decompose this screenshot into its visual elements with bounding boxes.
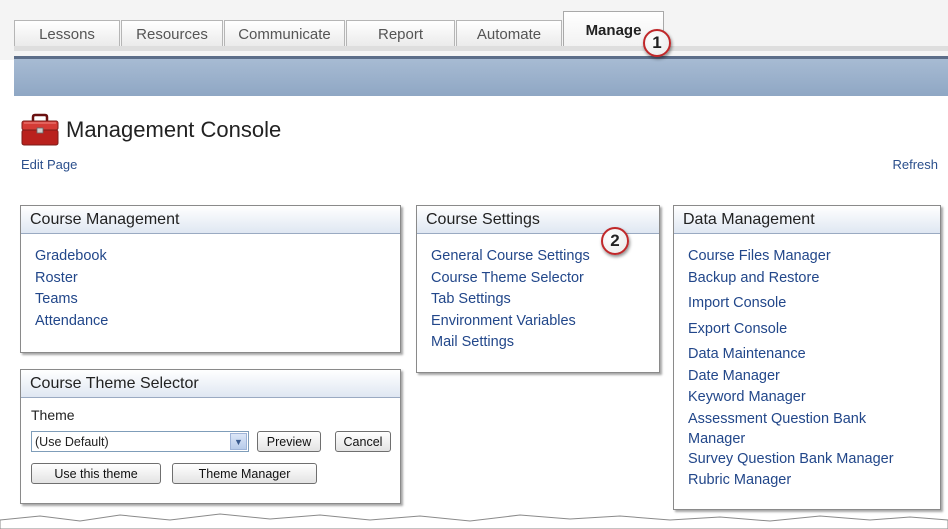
keyword-manager-link[interactable]: Keyword Manager bbox=[688, 387, 926, 409]
tab-resources[interactable]: Resources bbox=[121, 20, 223, 48]
tab-settings-link[interactable]: Tab Settings bbox=[431, 289, 645, 311]
data-maintenance-link[interactable]: Data Maintenance bbox=[688, 344, 926, 366]
theme-selector-title: Course Theme Selector bbox=[21, 370, 400, 398]
tab-communicate[interactable]: Communicate bbox=[224, 20, 345, 48]
preview-button[interactable]: Preview bbox=[257, 431, 321, 452]
import-console-link[interactable]: Import Console bbox=[688, 293, 926, 315]
cancel-button[interactable]: Cancel bbox=[335, 431, 391, 452]
data-management-panel: Data Management Course Files Manager Bac… bbox=[673, 205, 941, 510]
tab-lessons[interactable]: Lessons bbox=[14, 20, 120, 48]
tab-underline bbox=[14, 46, 948, 51]
page-title: Management Console bbox=[66, 117, 282, 142]
chevron-down-icon[interactable]: ▼ bbox=[230, 433, 247, 450]
assessment-question-bank-manager-link[interactable]: Assessment Question Bank Manager bbox=[688, 409, 926, 449]
callout-one: 1 bbox=[643, 29, 671, 57]
gradebook-link[interactable]: Gradebook bbox=[35, 246, 386, 268]
use-theme-button[interactable]: Use this theme bbox=[31, 463, 161, 484]
course-management-title: Course Management bbox=[21, 206, 400, 234]
teams-link[interactable]: Teams bbox=[35, 289, 386, 311]
course-theme-selector-link[interactable]: Course Theme Selector bbox=[431, 268, 645, 290]
survey-question-bank-manager-link[interactable]: Survey Question Bank Manager bbox=[688, 449, 926, 471]
rubric-manager-link[interactable]: Rubric Manager bbox=[688, 470, 926, 492]
refresh-link[interactable]: Refresh bbox=[892, 157, 938, 172]
theme-label: Theme bbox=[31, 407, 75, 423]
edit-page-link[interactable]: Edit Page bbox=[21, 157, 77, 172]
data-management-title: Data Management bbox=[674, 206, 940, 234]
date-manager-link[interactable]: Date Manager bbox=[688, 366, 926, 388]
theme-select[interactable]: (Use Default) ▼ bbox=[31, 431, 249, 452]
theme-select-value: (Use Default) bbox=[35, 434, 109, 449]
backup-restore-link[interactable]: Backup and Restore bbox=[688, 268, 926, 290]
roster-link[interactable]: Roster bbox=[35, 268, 386, 290]
theme-selector-panel: Course Theme Selector Theme (Use Default… bbox=[20, 369, 401, 504]
tab-automate[interactable]: Automate bbox=[456, 20, 562, 48]
attendance-link[interactable]: Attendance bbox=[35, 311, 386, 333]
course-management-panel: Course Management Gradebook Roster Teams… bbox=[20, 205, 401, 353]
sub-nav-bar bbox=[14, 56, 948, 96]
toolbox-icon bbox=[20, 113, 60, 147]
export-console-link[interactable]: Export Console bbox=[688, 319, 926, 341]
environment-variables-link[interactable]: Environment Variables bbox=[431, 311, 645, 333]
mail-settings-link[interactable]: Mail Settings bbox=[431, 332, 645, 354]
theme-manager-button[interactable]: Theme Manager bbox=[172, 463, 317, 484]
torn-edge bbox=[0, 513, 948, 529]
callout-two: 2 bbox=[601, 227, 629, 255]
tab-report[interactable]: Report bbox=[346, 20, 455, 48]
course-files-manager-link[interactable]: Course Files Manager bbox=[688, 246, 926, 268]
tab-strip: Lessons Resources Communicate Report Aut… bbox=[0, 0, 948, 60]
